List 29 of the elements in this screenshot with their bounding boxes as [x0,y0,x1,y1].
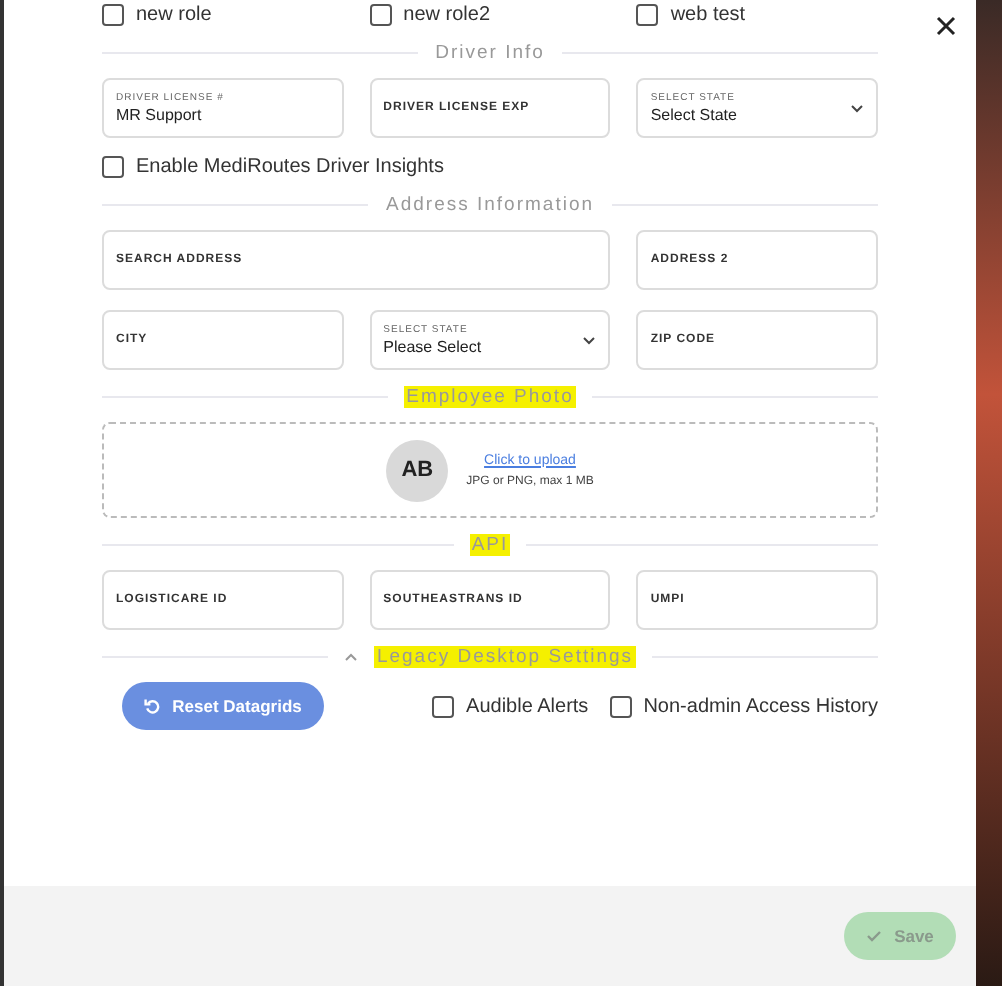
collapse-toggle[interactable] [344,652,359,662]
checkbox[interactable] [636,3,659,25]
section-title: Legacy Desktop Settings [374,646,636,668]
chevron-down-icon [849,103,864,113]
check-icon [866,930,883,942]
checkbox-label[interactable]: Audible Alerts [432,695,589,717]
checkbox-label[interactable]: new role2 [369,3,611,25]
field-value: MR Support [116,106,204,124]
chevron-up-icon [344,652,359,662]
chevron-down-icon [582,335,597,345]
checkbox-label[interactable]: web test [636,3,878,25]
checkbox[interactable] [609,695,632,717]
field-value: Please Select [383,338,482,356]
section-title: Address Information [384,194,597,216]
checkbox-label[interactable]: new role [102,3,344,25]
avatar-initials: AB [386,439,449,501]
section-title: API [469,534,511,556]
section-title: Employee Photo [404,386,576,408]
close-button[interactable] [932,12,960,40]
close-icon [932,12,960,40]
field-value: Select State [650,106,737,124]
checkbox-label[interactable]: Enable MediRoutes Driver Insights [102,156,878,178]
checkbox[interactable] [432,695,455,717]
checkbox[interactable] [102,3,124,25]
checkbox[interactable] [102,156,124,178]
section-title: Driver Info [433,42,547,64]
checkbox[interactable] [369,3,392,25]
checkbox-label[interactable]: Non-admin Access History [609,695,878,717]
undo-icon [144,698,161,714]
